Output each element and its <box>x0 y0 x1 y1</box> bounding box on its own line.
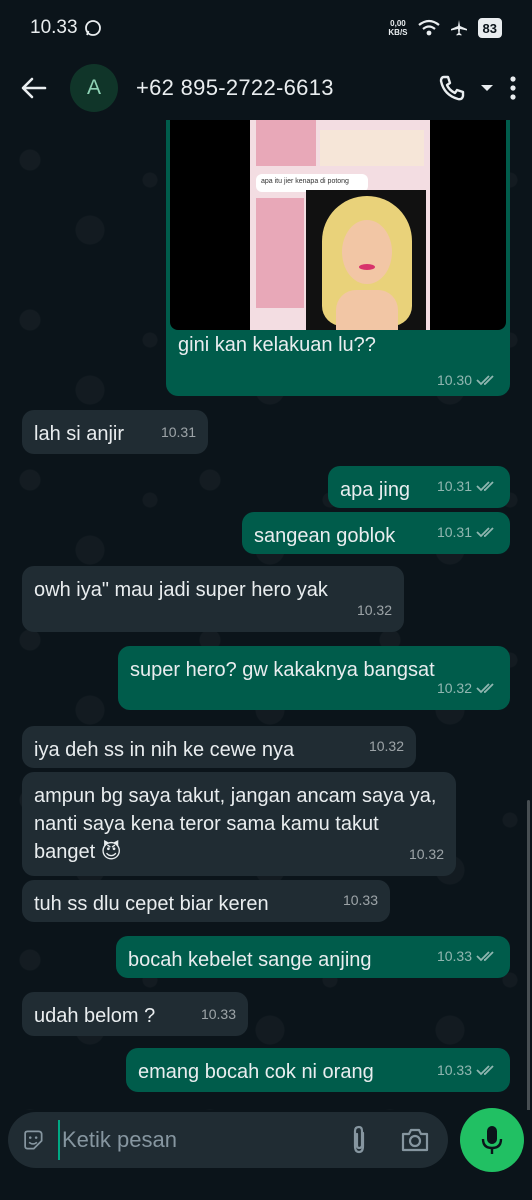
message-bubble-outgoing[interactable]: emang bocah cok ni orang 10.33 <box>126 1048 510 1092</box>
message-meta: 10.32 <box>437 674 498 702</box>
network-speed: 0,00 KB/S <box>388 19 407 37</box>
image-caption: gini kan kelakuan lu?? <box>178 334 376 356</box>
screenshot-image: apa itu jier kenapa di potong <box>250 120 430 330</box>
message-bubble-incoming[interactable]: udah belom ? 10.33 <box>22 992 248 1036</box>
avatar-letter: A <box>86 76 101 99</box>
call-dropdown-icon[interactable] <box>480 83 494 93</box>
wifi-icon <box>417 19 440 36</box>
message-time: 10.33 <box>436 948 472 964</box>
message-text: owh iya" mau jadi super hero yak <box>34 579 328 601</box>
message-time: 10.30 <box>436 372 472 388</box>
image-thumbnail[interactable]: apa itu jier kenapa di potong <box>170 120 506 330</box>
avatar[interactable]: A <box>70 64 118 112</box>
message-time: 10.33 <box>436 1062 472 1078</box>
message-text: emang bocah cok ni orang <box>138 1061 374 1083</box>
more-options-icon[interactable] <box>508 74 518 102</box>
message-time: 10.33 <box>342 892 378 908</box>
status-time: 10.33 <box>30 17 78 38</box>
message-meta: 10.31 <box>161 418 196 446</box>
status-bar: 10.33 0,00 KB/S 83 <box>0 0 532 56</box>
message-text: super hero? gw kakaknya bangsat <box>130 659 435 681</box>
message-meta: 10.33 <box>343 886 378 914</box>
message-bubble-outgoing[interactable]: sangean goblok 10.31 <box>242 512 510 554</box>
message-meta: 10.33 <box>201 1000 236 1028</box>
message-meta: 10.30 <box>437 372 498 388</box>
doll-photo <box>306 190 426 330</box>
message-time: 10.31 <box>436 524 472 540</box>
battery-level: 83 <box>482 20 497 36</box>
message-text: ampun bg saya takut, jangan ancam saya y… <box>34 785 437 863</box>
double-check-icon <box>476 683 494 694</box>
message-meta: 10.32 <box>369 732 404 760</box>
message-bubble-incoming[interactable]: owh iya" mau jadi super hero yak 10.32 <box>22 566 404 632</box>
message-bubble-incoming[interactable]: tuh ss dlu cepet biar keren 10.33 <box>22 880 390 922</box>
message-time: 10.33 <box>200 1006 236 1022</box>
message-bubble-incoming[interactable]: lah si anjir 10.31 <box>22 410 208 454</box>
mic-button[interactable] <box>460 1108 524 1172</box>
double-check-icon <box>476 375 494 386</box>
airplane-icon <box>450 20 467 36</box>
message-meta: 10.31 <box>437 518 498 546</box>
microphone-icon <box>481 1126 503 1154</box>
message-time: 10.31 <box>436 478 472 494</box>
message-input[interactable] <box>58 1120 350 1160</box>
message-meta: 10.32 <box>357 596 392 624</box>
double-check-icon <box>476 1065 494 1076</box>
message-text: udah belom ? <box>34 1005 156 1027</box>
message-bubble-outgoing[interactable]: apa jing 10.31 <box>328 466 510 508</box>
scrollbar[interactable] <box>527 800 530 1110</box>
message-composer <box>8 1112 448 1168</box>
network-speed-unit: KB/S <box>388 28 408 37</box>
back-arrow-icon[interactable] <box>14 68 54 108</box>
contact-name[interactable]: +62 895-2722-6613 <box>136 75 334 101</box>
message-time: 10.32 <box>356 602 392 618</box>
message-meta: 10.33 <box>437 942 498 970</box>
message-time: 10.32 <box>436 680 472 696</box>
image-message[interactable]: apa itu jier kenapa di potong gini kan k… <box>166 120 510 396</box>
doll-body <box>336 290 398 330</box>
sticker-icon[interactable] <box>22 1126 44 1154</box>
status-icons: 0,00 KB/S 83 <box>388 18 502 38</box>
status-time-group: 10.33 <box>30 17 102 39</box>
message-time: 10.32 <box>368 738 404 754</box>
doll-face <box>342 220 392 284</box>
header-actions <box>438 74 518 102</box>
message-meta: 10.32 <box>409 840 444 868</box>
message-text: tuh ss dlu cepet biar keren <box>34 893 269 915</box>
phone-call-icon[interactable] <box>438 74 466 102</box>
message-bubble-incoming[interactable]: ampun bg saya takut, jangan ancam saya y… <box>22 772 456 876</box>
whatsapp-notification-icon <box>84 20 101 36</box>
message-text: lah si anjir <box>34 423 125 445</box>
message-bubble-outgoing[interactable]: bocah kebelet sange anjing 10.33 <box>116 936 510 978</box>
message-text: bocah kebelet sange anjing <box>128 949 372 971</box>
message-text: sangean goblok <box>254 525 396 547</box>
image-block <box>256 198 304 308</box>
message-meta: 10.33 <box>437 1056 498 1084</box>
message-time: 10.32 <box>408 846 444 862</box>
composer-actions <box>350 1125 430 1155</box>
image-inner-text: apa itu jier kenapa di potong <box>261 178 349 185</box>
attach-paperclip-icon[interactable] <box>350 1125 368 1155</box>
message-meta: 10.31 <box>437 472 498 500</box>
doll-lips <box>359 264 375 270</box>
double-check-icon <box>476 527 494 538</box>
message-bubble-outgoing[interactable]: super hero? gw kakaknya bangsat 10.32 <box>118 646 510 710</box>
image-block <box>320 130 424 166</box>
battery-indicator: 83 <box>477 18 502 38</box>
message-text: iya deh ss in nih ke cewe nya <box>34 739 295 761</box>
message-text: apa jing <box>340 479 411 501</box>
network-speed-value: 0,00 <box>390 19 406 28</box>
camera-icon[interactable] <box>400 1127 430 1153</box>
chat-header: A +62 895-2722-6613 <box>0 56 532 120</box>
image-block <box>256 120 316 166</box>
double-check-icon <box>476 481 494 492</box>
system-navigation-area <box>0 1176 532 1200</box>
message-bubble-incoming[interactable]: iya deh ss in nih ke cewe nya 10.32 <box>22 726 416 768</box>
double-check-icon <box>476 951 494 962</box>
message-time: 10.31 <box>160 424 196 440</box>
